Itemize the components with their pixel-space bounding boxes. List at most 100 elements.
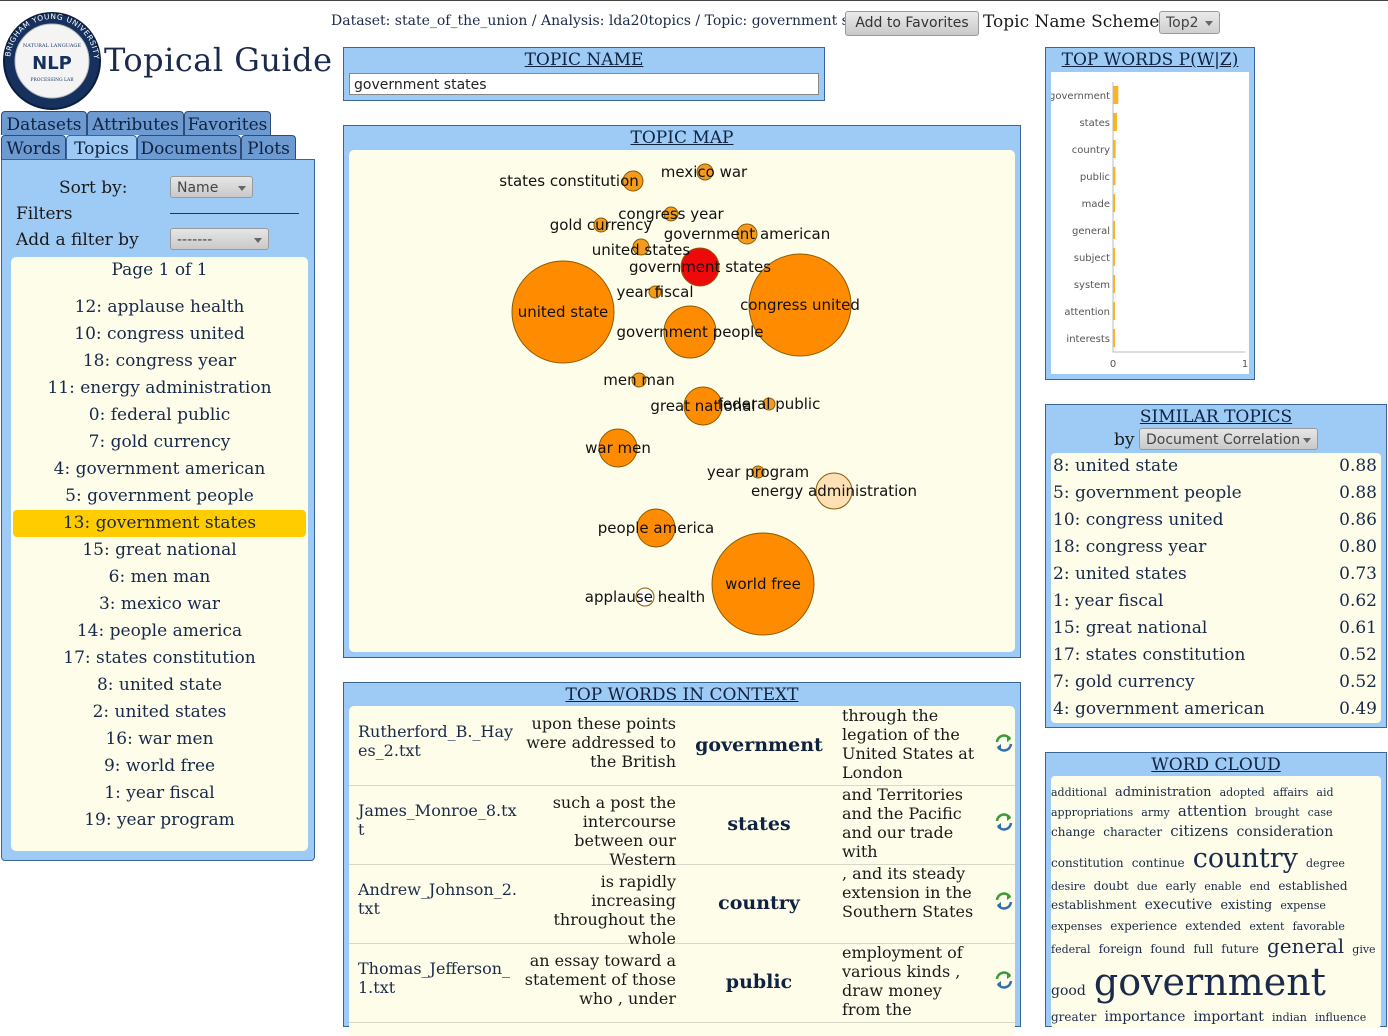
word-cloud-word[interactable]: aid xyxy=(1316,786,1333,799)
word-cloud-word[interactable]: administration xyxy=(1115,785,1212,800)
word-cloud-word[interactable]: government xyxy=(1094,960,1326,1004)
add-filter-select[interactable]: ------- xyxy=(170,228,269,250)
sort-by-select[interactable]: Name xyxy=(170,176,253,198)
word-cloud-word[interactable]: importance xyxy=(1104,1009,1185,1025)
similar-topic-row[interactable]: 7: gold currency0.52 xyxy=(1051,669,1381,696)
topic-list-item[interactable]: 2: united states xyxy=(11,699,308,726)
similar-topic-name[interactable]: 4: government american xyxy=(1053,696,1265,723)
tab-words[interactable]: Words xyxy=(1,135,66,159)
similar-topic-row[interactable]: 8: united state0.88 xyxy=(1051,453,1381,480)
topic-map-label[interactable]: year program xyxy=(707,463,809,481)
word-cloud-word[interactable]: degree xyxy=(1306,857,1345,870)
similar-topic-name[interactable]: 15: great national xyxy=(1053,615,1207,642)
word-cloud-word[interactable]: executive xyxy=(1145,897,1213,913)
word-cloud-word[interactable]: full xyxy=(1193,942,1213,956)
topic-list-item[interactable]: 15: great national xyxy=(11,537,308,564)
word-cloud-word[interactable]: end xyxy=(1250,880,1271,893)
topic-map-label[interactable]: mexico war xyxy=(661,163,748,181)
breadcrumb[interactable]: Dataset: state_of_the_union / Analysis: … xyxy=(331,13,884,29)
word-cloud-word[interactable]: doubt xyxy=(1094,879,1129,893)
word-cloud-word[interactable]: foreign xyxy=(1099,942,1143,956)
topic-map-label[interactable]: united states xyxy=(592,241,691,259)
topic-map-label[interactable]: government states xyxy=(629,258,771,276)
word-cloud-word[interactable]: indian xyxy=(1272,1011,1307,1024)
word-cloud-word[interactable]: additional xyxy=(1051,786,1107,799)
word-cloud-word[interactable]: army xyxy=(1141,806,1169,819)
topic-list-item[interactable]: 5: government people xyxy=(11,483,308,510)
word-cloud-word[interactable]: established xyxy=(1278,879,1347,893)
topic-map-label[interactable]: united state xyxy=(518,303,609,321)
tab-datasets[interactable]: Datasets xyxy=(1,111,87,135)
topic-map-label[interactable]: states constitution xyxy=(499,172,639,190)
similarity-measure-select[interactable]: Document Correlation xyxy=(1139,428,1318,450)
similar-topic-row[interactable]: 4: government american0.49 xyxy=(1051,696,1381,723)
topic-map-label[interactable]: federal public xyxy=(718,395,821,413)
topic-list-item[interactable]: 12: applause health xyxy=(11,294,308,321)
topic-map-label[interactable]: congress united xyxy=(740,296,860,314)
word-cloud-word[interactable]: constitution xyxy=(1051,856,1124,870)
word-cloud-word[interactable]: early xyxy=(1166,879,1197,893)
topic-list-item[interactable]: 14: people america xyxy=(11,618,308,645)
word-cloud-word[interactable]: appropriations xyxy=(1051,806,1133,819)
word-cloud-word[interactable]: important xyxy=(1193,1009,1263,1025)
word-cloud-word[interactable]: country xyxy=(1193,843,1298,874)
similar-topic-name[interactable]: 1: year fiscal xyxy=(1053,588,1163,615)
word-cloud-word[interactable]: experience xyxy=(1110,919,1177,933)
topic-map-label[interactable]: world free xyxy=(725,575,801,593)
topic-map-label[interactable]: war men xyxy=(585,439,651,457)
topic-list-item[interactable]: 6: men man xyxy=(11,564,308,591)
word-cloud-word[interactable]: enable xyxy=(1204,880,1241,893)
similar-topic-row[interactable]: 2: united states0.73 xyxy=(1051,561,1381,588)
topic-map-svg[interactable]: states constitutionmexico warcongress ye… xyxy=(349,150,1015,652)
topic-list-item[interactable]: 16: war men xyxy=(11,726,308,753)
word-cloud-word[interactable]: attention xyxy=(1178,802,1247,820)
topic-list-item[interactable]: 17: states constitution xyxy=(11,645,308,672)
similar-topic-row[interactable]: 10: congress united0.86 xyxy=(1051,507,1381,534)
context-document-link[interactable]: Thomas_Jefferson_1.txt xyxy=(358,959,518,997)
similar-topic-row[interactable]: 5: government people0.88 xyxy=(1051,480,1381,507)
topic-list-item[interactable]: 19: year program xyxy=(11,807,308,834)
word-cloud-word[interactable]: extended xyxy=(1185,919,1241,933)
similar-topic-name[interactable]: 5: government people xyxy=(1053,480,1242,507)
word-cloud-word[interactable]: due xyxy=(1137,880,1158,893)
word-cloud-word[interactable]: case xyxy=(1308,806,1333,819)
similar-topic-name[interactable]: 8: united state xyxy=(1053,453,1178,480)
word-cloud-word[interactable]: change xyxy=(1051,825,1095,839)
word-cloud-word[interactable]: future xyxy=(1221,942,1259,956)
topic-name-input[interactable]: government states xyxy=(349,73,819,95)
similar-topic-name[interactable]: 10: congress united xyxy=(1053,507,1224,534)
word-cloud-word[interactable]: character xyxy=(1103,825,1162,839)
similar-topic-name[interactable]: 17: states constitution xyxy=(1053,642,1245,669)
similar-topic-name[interactable]: 7: gold currency xyxy=(1053,669,1195,696)
topic-map-label[interactable]: energy administration xyxy=(751,482,917,500)
word-cloud-word[interactable]: affairs xyxy=(1273,786,1308,799)
topic-list-item[interactable]: 9: world free xyxy=(11,753,308,780)
similar-topic-row[interactable]: 15: great national0.61 xyxy=(1051,615,1381,642)
word-cloud-word[interactable]: greater xyxy=(1051,1010,1096,1024)
similar-topic-row[interactable]: 18: congress year0.80 xyxy=(1051,534,1381,561)
word-cloud-word[interactable]: citizens xyxy=(1170,822,1228,840)
topic-map-label[interactable]: people america xyxy=(598,519,714,537)
word-cloud-word[interactable]: found xyxy=(1150,942,1185,956)
topic-list-item[interactable]: 3: mexico war xyxy=(11,591,308,618)
topic-list-item[interactable]: 11: energy administration xyxy=(11,375,308,402)
topic-map-canvas[interactable]: states constitutionmexico warcongress ye… xyxy=(349,150,1015,652)
topic-map-label[interactable]: applause health xyxy=(585,588,705,606)
refresh-icon[interactable] xyxy=(993,732,1015,754)
similar-topic-name[interactable]: 2: united states xyxy=(1053,561,1187,588)
word-cloud-word[interactable]: consideration xyxy=(1236,824,1333,840)
tab-documents[interactable]: Documents xyxy=(137,135,241,159)
refresh-icon[interactable] xyxy=(993,890,1015,912)
word-cloud-word[interactable]: brought xyxy=(1255,806,1300,819)
topic-map-label[interactable]: gold currency xyxy=(550,216,653,234)
word-cloud-word[interactable]: good xyxy=(1051,983,1086,999)
word-cloud-word[interactable]: general xyxy=(1267,934,1344,958)
word-cloud-word[interactable]: influence xyxy=(1315,1011,1366,1024)
topic-name-scheme-select[interactable]: Top2 xyxy=(1159,11,1220,34)
topic-map-label[interactable]: men man xyxy=(603,371,674,389)
topic-map-label[interactable]: government people xyxy=(616,323,763,341)
topic-list-item[interactable]: 8: united state xyxy=(11,672,308,699)
tab-attributes[interactable]: Attributes xyxy=(87,111,184,135)
refresh-icon[interactable] xyxy=(993,811,1015,833)
word-cloud-word[interactable]: expense xyxy=(1280,899,1326,912)
